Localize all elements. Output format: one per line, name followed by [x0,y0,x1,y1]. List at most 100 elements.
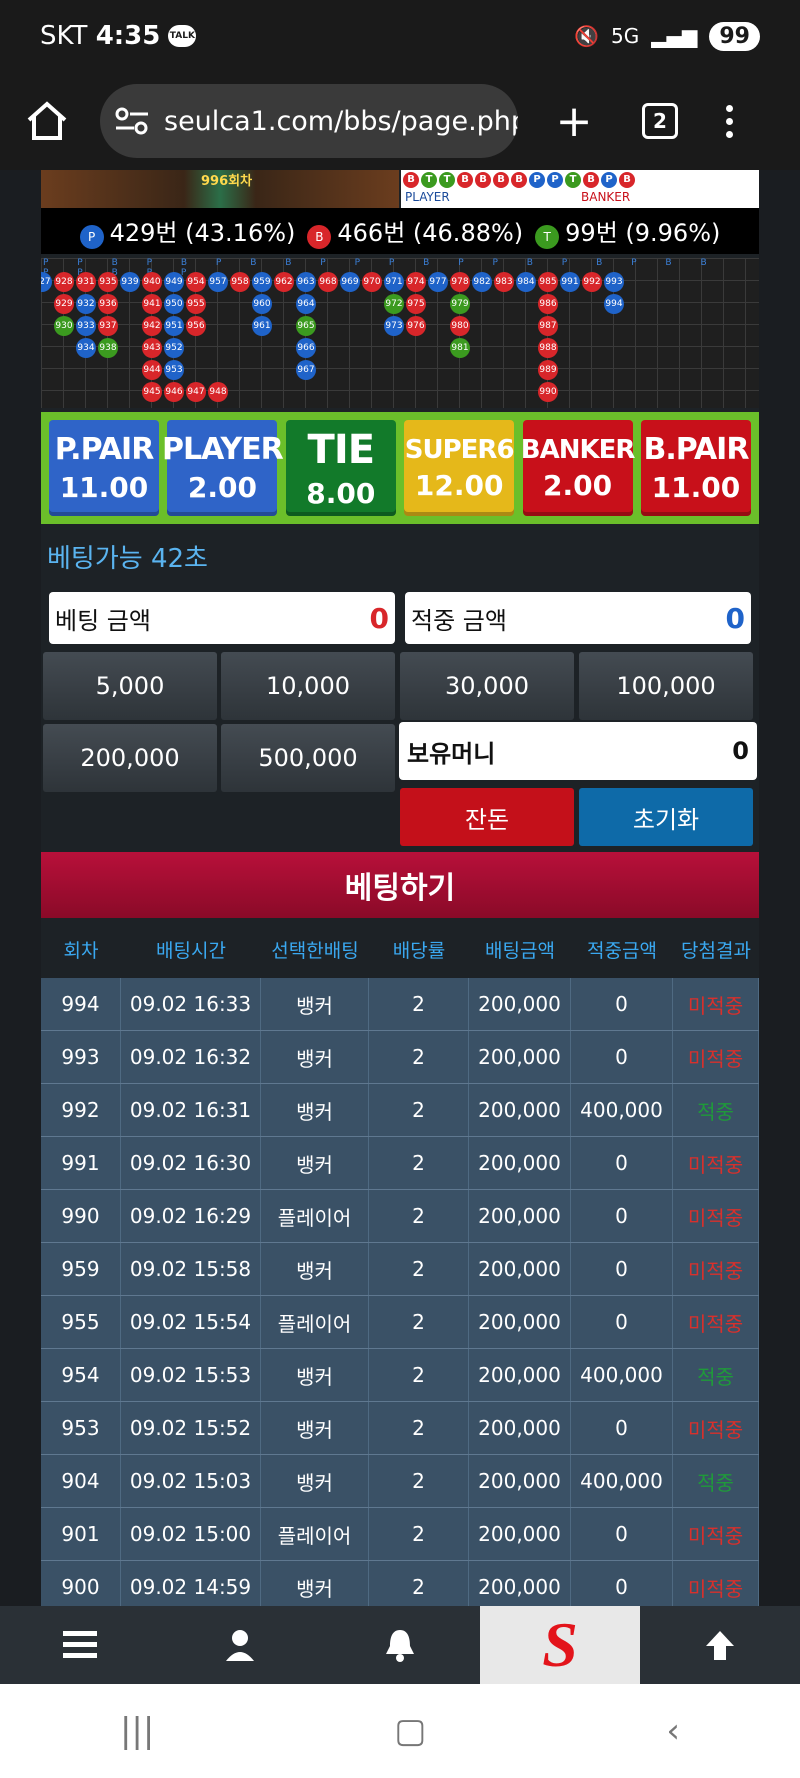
page-content: 996회차 PLAYER BANKER BTTBBBBPPTBPB P 429번 … [41,170,759,1606]
table-cell: 뱅커 [261,1137,369,1189]
road-bead: 969 [340,272,360,292]
road-bead: 932 [76,294,96,314]
table-cell: 09.02 15:00 [121,1508,261,1560]
table-cell: 적중 [673,1084,759,1136]
table-cell: 2 [369,1455,469,1507]
road-bead: 936 [98,294,118,314]
stat-banker: B 466번 (46.88%) [307,213,523,249]
table-cell: 뱅커 [261,1349,369,1401]
table-cell: 200,000 [469,1031,571,1083]
table-cell: 09.02 16:33 [121,978,261,1030]
new-tab-button[interactable]: + [544,91,604,151]
chip-10000-button[interactable]: 10,000 [221,652,395,720]
scroll-top-button[interactable] [640,1606,800,1684]
table-cell: 미적중 [673,1243,759,1295]
bet-options: P.PAIR 11.00 PLAYER 2.00 TIE 8.00 SUPER6 12.… [41,412,759,524]
table-cell: 미적중 [673,1402,759,1454]
road-bead: 946 [164,382,184,402]
table-cell: 2 [369,1561,469,1606]
table-row: 955 09.02 15:54 플레이어 2 200,000 0 미적중 [41,1296,759,1349]
big-road-grid: P P B P B P B B P P P B P P B P B P B B … [41,258,759,408]
legend-player: PLAYER [405,190,450,204]
table-row: 904 09.02 15:03 뱅커 2 200,000 400,000 적중 [41,1455,759,1508]
browser-toolbar: seulca1.com/bbs/page.php + 2 [0,72,800,170]
road-bead: 965 [296,316,316,336]
chip-5000-button[interactable]: 5,000 [43,652,217,720]
home-circle-icon[interactable]: ▢ [394,1711,426,1751]
notifications-button[interactable] [320,1606,480,1684]
table-cell: 200,000 [469,978,571,1030]
chip-30000-button[interactable]: 30,000 [400,652,574,720]
road-bead: 931 [76,272,96,292]
bet-player-button[interactable]: PLAYER 2.00 [162,420,284,516]
road-bead: 952 [164,338,184,358]
profile-button[interactable] [160,1606,320,1684]
stat-player: P 429번 (43.16%) [79,213,295,249]
bead-top-mark: B [511,172,527,188]
road-bead: 954 [186,272,206,292]
road-bead: 934 [76,338,96,358]
table-cell: 0 [571,1243,673,1295]
more-menu-icon[interactable] [726,104,733,138]
chip-100000-button[interactable]: 100,000 [579,652,753,720]
table-cell: 400,000 [571,1455,673,1507]
win-amount-field: 적중 금액 0 [405,592,751,644]
table-cell: 2 [369,1031,469,1083]
table-cell: 2 [369,1137,469,1189]
home-icon[interactable] [24,98,70,144]
bet-tie-button[interactable]: TIE 8.00 [285,420,396,516]
change-button[interactable]: 잔돈 [400,788,574,846]
address-bar[interactable]: seulca1.com/bbs/page.php [100,84,518,158]
bead-top-mark: B [403,172,419,188]
table-cell: 2 [369,1190,469,1242]
table-cell: 0 [571,1561,673,1606]
table-cell: 200,000 [469,1190,571,1242]
table-cell: 09.02 16:31 [121,1084,261,1136]
road-header: P P B P B P B B P P P B P P B P B P B B … [43,258,720,278]
history-table-body: 994 09.02 16:33 뱅커 2 200,000 0 미적중 993 09.02 16:… [41,978,759,1606]
road-bead: 937 [98,316,118,336]
chip-500000-button[interactable]: 500,000 [221,724,395,792]
site-logo[interactable]: S [480,1606,640,1684]
bet-p-pair-button[interactable]: P.PAIR 11.00 [49,420,159,516]
road-bead: 977 [428,272,448,292]
road-bead: 943 [142,338,162,358]
bead-top-mark: B [493,172,509,188]
table-cell: 991 [41,1137,121,1189]
table-cell: 0 [571,1190,673,1242]
site-settings-icon[interactable] [114,106,150,136]
table-row: 900 09.02 14:59 뱅커 2 200,000 0 미적중 [41,1561,759,1606]
menu-button[interactable] [0,1606,160,1684]
recent-apps-icon[interactable]: ||| [120,1711,154,1751]
tab-switcher-button[interactable]: 2 [630,91,690,151]
bead-top-mark: P [601,172,617,188]
bead-top-mark: B [475,172,491,188]
road-bead: 935 [98,272,118,292]
bet-b-pair-button[interactable]: B.PAIR 11.00 [640,420,751,516]
place-bet-button[interactable]: 베팅하기 [41,852,759,918]
reset-button[interactable]: 초기화 [579,788,753,846]
table-cell: 2 [369,1402,469,1454]
arrow-up-icon [706,1631,734,1660]
stat-tie: T 99번 (9.96%) [535,213,720,249]
road-bead: 971 [384,272,404,292]
road-bead: 947 [186,382,206,402]
bet-banker-button[interactable]: BANKER 2.00 [521,420,635,516]
road-bead: 960 [252,294,272,314]
tab-count: 2 [642,103,678,139]
table-cell: 901 [41,1508,121,1560]
road-bead: 972 [384,294,404,314]
road-bead: 944 [142,360,162,380]
table-cell: 뱅커 [261,978,369,1030]
back-icon[interactable]: ‹ [666,1711,680,1751]
table-cell: 2 [369,1296,469,1348]
road-bead: 990 [538,382,558,402]
table-cell: 플레이어 [261,1296,369,1348]
road-bead: 928 [54,272,74,292]
table-cell: 200,000 [469,1349,571,1401]
mute-icon: 🔇 [574,24,599,48]
chip-200000-button[interactable]: 200,000 [43,724,217,792]
road-bead: 974 [406,272,426,292]
table-row: 954 09.02 15:53 뱅커 2 200,000 400,000 적중 [41,1349,759,1402]
bet-super6-button[interactable]: SUPER6 12.00 [404,420,515,516]
